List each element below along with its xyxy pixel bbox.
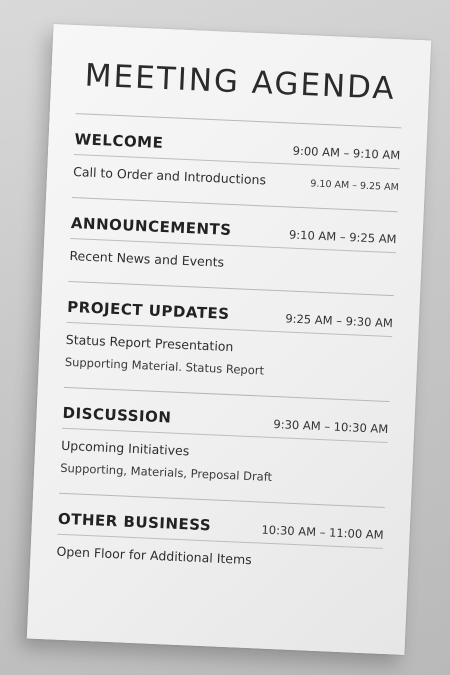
section-header: DISCUSSION 9:30 AM – 10:30 AM (61, 403, 389, 444)
agenda-item-row: Call to Order and Introductions 9.10 AM … (73, 164, 399, 193)
section-time: 9:30 AM – 10:30 AM (273, 417, 389, 437)
section-time: 9:25 AM – 9:30 AM (285, 311, 394, 331)
section-header: ANNOUNCEMENTS 9:10 AM – 9:25 AM (70, 214, 398, 254)
agenda-item: Open Floor for Additional Items (56, 543, 253, 568)
agenda-item: Call to Order and Introductions (72, 164, 267, 188)
agenda-item: Recent News and Events (69, 247, 225, 270)
agenda-subitem: Supporting Material. Status Report (64, 354, 265, 378)
agenda-section-discussion: DISCUSSION 9:30 AM – 10:30 AM Upcoming I… (59, 388, 389, 507)
agenda-item: Upcoming Initiatives (60, 437, 190, 459)
agenda-section-announcements: ANNOUNCEMENTS 9:10 AM – 9:25 AM Recent N… (68, 198, 398, 295)
page-title: MEETING AGENDA (84, 57, 397, 108)
agenda-item-row: Open Floor for Additional Items (56, 544, 382, 573)
section-header: WELCOME 9:00 AM – 9:10 AM (73, 130, 401, 170)
agenda-section-other-business: OTHER BUSINESS 10:30 AM – 11:00 AM Open … (55, 494, 385, 591)
section-time: 10:30 AM – 11:00 AM (261, 522, 384, 542)
section-header: OTHER BUSINESS 10:30 AM – 11:00 AM (57, 509, 385, 549)
section-heading: PROJECT UPDATES (66, 297, 230, 323)
agenda-subitem: Supporting, Materials, Preposal Draft (59, 460, 273, 485)
section-heading: DISCUSSION (62, 403, 172, 427)
section-header: PROJECT UPDATES 9:25 AM – 9:30 AM (66, 297, 394, 338)
agenda-card: MEETING AGENDA WELCOME 9:00 AM – 9:10 AM… (26, 24, 432, 655)
section-heading: ANNOUNCEMENTS (70, 214, 232, 239)
agenda-section-welcome: WELCOME 9:00 AM – 9:10 AM Call to Order … (72, 114, 401, 211)
agenda-item-time: 9.10 AM – 9.25 AM (310, 178, 400, 194)
agenda-item: Status Report Presentation (65, 331, 234, 355)
section-time: 9:00 AM – 9:10 AM (292, 143, 401, 163)
section-heading: WELCOME (74, 130, 164, 152)
agenda-section-project-updates: PROJECT UPDATES 9:25 AM – 9:30 AM Status… (64, 282, 394, 401)
section-time: 9:10 AM – 9:25 AM (288, 227, 397, 247)
section-heading: OTHER BUSINESS (57, 509, 212, 535)
agenda-item-row: Recent News and Events (69, 248, 395, 277)
